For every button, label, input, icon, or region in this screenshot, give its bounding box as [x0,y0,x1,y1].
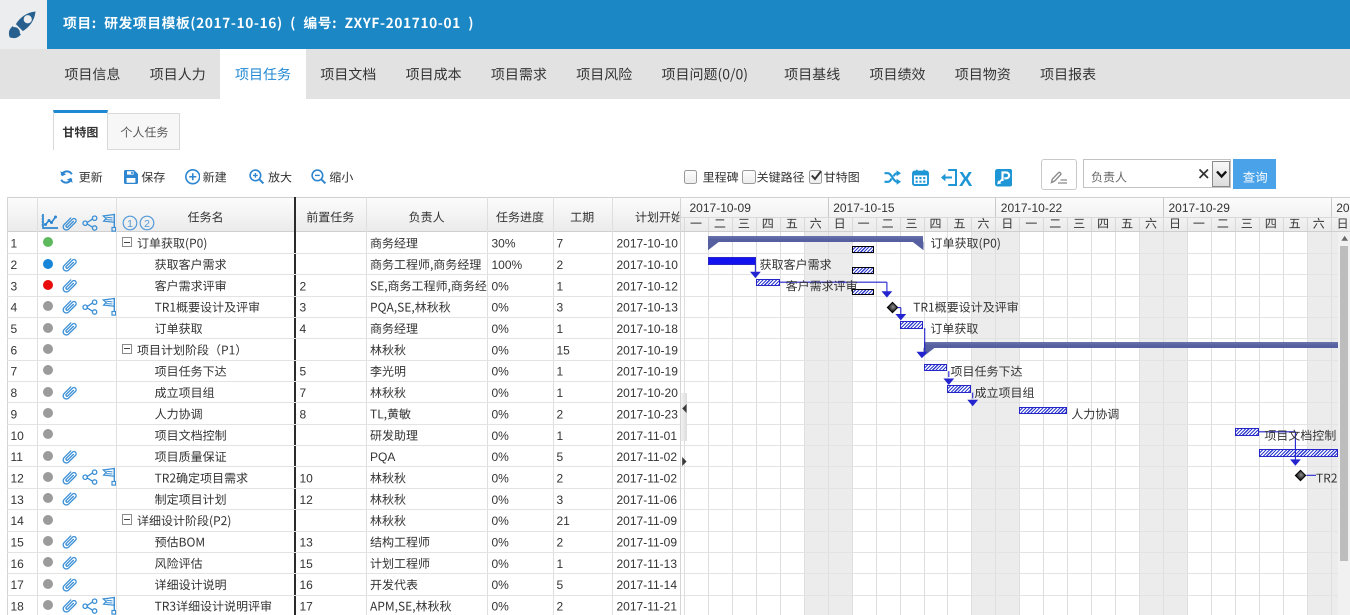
svg-text:1: 1 [11,237,18,251]
svg-text:10: 10 [11,429,25,443]
svg-text:7: 7 [300,386,307,400]
svg-text:5: 5 [557,450,564,464]
svg-text:2017-11-02: 2017-11-02 [617,472,678,486]
svg-text:8: 8 [11,386,18,400]
svg-text:0%: 0% [492,557,510,571]
svg-text:18: 18 [11,600,25,614]
svg-text:0%: 0% [492,343,510,357]
svg-text:0%: 0% [492,600,510,614]
svg-text:12: 12 [11,472,25,486]
svg-text:0%: 0% [492,407,510,421]
svg-text:2017-10-15: 2017-10-15 [833,201,895,215]
svg-text:15: 15 [11,536,25,550]
svg-text:0%: 0% [492,365,510,379]
svg-text:2017-10-18: 2017-10-18 [617,322,679,336]
svg-text:2017-11-13: 2017-11-13 [617,557,678,571]
svg-text:0%: 0% [492,322,510,336]
svg-text:2017-11-21: 2017-11-21 [617,600,678,614]
svg-text:3: 3 [300,301,307,315]
svg-text:0%: 0% [492,301,510,315]
svg-text:100%: 100% [492,258,523,272]
svg-text:2017-11-01: 2017-11-01 [617,429,678,443]
svg-text:2: 2 [11,258,18,272]
svg-text:0%: 0% [492,493,510,507]
svg-text:11: 11 [11,450,24,464]
svg-text:15: 15 [300,557,314,571]
svg-text:21: 21 [557,514,571,528]
svg-text:1: 1 [557,279,564,293]
svg-text:0%: 0% [492,472,510,486]
svg-text:13: 13 [300,536,314,550]
svg-text:4: 4 [300,322,307,336]
svg-text:1: 1 [557,429,564,443]
svg-text:2017-10-20: 2017-10-20 [617,386,679,400]
svg-text:9: 9 [11,407,18,421]
svg-text:16: 16 [300,578,314,592]
svg-text:2017-11-14: 2017-11-14 [617,578,678,592]
svg-text:14: 14 [11,514,25,528]
svg-text:30%: 30% [492,237,516,251]
svg-text:2: 2 [557,258,564,272]
svg-text:2017-11-02: 2017-11-02 [617,450,678,464]
svg-text:0%: 0% [492,536,510,550]
svg-text:2017-11-06: 2017-11-06 [617,493,678,507]
svg-text:2017-11-09: 2017-11-09 [617,536,678,550]
svg-text:2: 2 [557,600,564,614]
svg-text:12: 12 [300,493,314,507]
svg-text:2017-10-22: 2017-10-22 [1001,201,1063,215]
svg-text:0%: 0% [492,429,510,443]
svg-text:7: 7 [557,237,564,251]
svg-text:3: 3 [557,301,564,315]
svg-text:0%: 0% [492,279,510,293]
svg-text:0%: 0% [492,578,510,592]
svg-text:17: 17 [11,578,25,592]
svg-text:X: X [959,169,973,191]
svg-text:2: 2 [557,536,564,550]
svg-text:1: 1 [557,386,564,400]
svg-text:16: 16 [11,557,25,571]
svg-text:13: 13 [11,493,25,507]
svg-text:2017-10-29: 2017-10-29 [1169,201,1231,215]
svg-text:2017-10-09: 2017-10-09 [690,201,752,215]
svg-text:2017-10-19: 2017-10-19 [617,365,679,379]
svg-text:17: 17 [300,600,314,614]
svg-text:2: 2 [300,279,307,293]
svg-text:2017-11-05: 2017-11-05 [1336,201,1350,215]
svg-text:2017-10-19: 2017-10-19 [617,343,679,357]
svg-text:2017-11-09: 2017-11-09 [617,514,678,528]
svg-text:6: 6 [11,343,18,357]
svg-text:1: 1 [557,557,564,571]
svg-text:2017-10-10: 2017-10-10 [617,237,679,251]
svg-text:2017-10-13: 2017-10-13 [617,301,679,315]
svg-text:2017-10-12: 2017-10-12 [617,279,679,293]
svg-text:8: 8 [300,407,307,421]
svg-text:3: 3 [11,279,18,293]
svg-text:2017-10-23: 2017-10-23 [617,407,679,421]
svg-text:5: 5 [557,578,564,592]
svg-text:10: 10 [300,472,314,486]
svg-text:2: 2 [557,472,564,486]
svg-text:0%: 0% [492,514,510,528]
svg-text:1: 1 [557,365,564,379]
svg-text:0%: 0% [492,386,510,400]
svg-text:2: 2 [557,407,564,421]
svg-text:5: 5 [11,322,18,336]
svg-text:2017-10-10: 2017-10-10 [617,258,679,272]
svg-text:7: 7 [11,365,18,379]
svg-text:5: 5 [300,365,307,379]
svg-text:3: 3 [557,493,564,507]
svg-text:0%: 0% [492,450,510,464]
svg-text:1: 1 [557,322,564,336]
svg-text:15: 15 [557,343,571,357]
svg-text:4: 4 [11,301,18,315]
svg-text:PQA: PQA [370,450,395,464]
